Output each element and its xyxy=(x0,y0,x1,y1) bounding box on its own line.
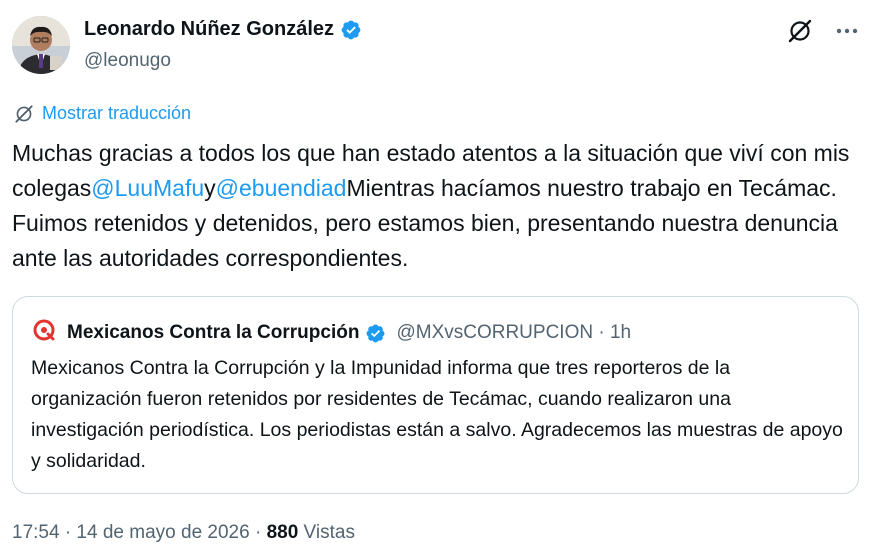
quoted-tweet[interactable]: Mexicanos Contra la Corrupción @MXvsCORR… xyxy=(12,296,859,494)
author-name-text[interactable]: Leonardo Núñez González xyxy=(84,18,334,41)
profile-photo-icon xyxy=(12,16,70,74)
show-translation-link[interactable]: Mostrar traducción xyxy=(14,103,191,124)
quoted-tweet-header: Mexicanos Contra la Corrupción @MXvsCORR… xyxy=(33,319,631,347)
mention-ebuendiad[interactable]: @ebuendiad xyxy=(216,175,347,201)
quoted-tweet-text: Mexicanos Contra la Corrupción y la Impu… xyxy=(31,357,843,472)
tweet-text-part2: y xyxy=(204,175,216,201)
avatar[interactable] xyxy=(12,16,70,74)
verified-badge-icon[interactable] xyxy=(340,19,362,41)
more-options-icon[interactable] xyxy=(835,19,859,43)
views-label: Vistas xyxy=(298,522,355,543)
quoted-author-handle[interactable]: @MXvsCORRUPCION · 1h xyxy=(396,322,631,344)
tweet-timestamp[interactable]: 17:54 · 14 de mayo de 2026 · xyxy=(12,522,267,543)
author-handle[interactable]: @leonugo xyxy=(84,50,171,72)
views-count: 880 xyxy=(266,522,299,543)
tweet-text: Muchas gracias a todos los que han estad… xyxy=(12,136,862,276)
grok-icon xyxy=(15,104,33,123)
tweet-metadata: 17:54 · 14 de mayo de 2026 · 880 Vistas xyxy=(12,522,355,544)
mcci-logo-icon[interactable] xyxy=(33,319,55,347)
mention-luumafu[interactable]: @LuuMafu xyxy=(91,175,204,201)
grok-icon[interactable] xyxy=(787,18,813,44)
verified-badge-icon[interactable] xyxy=(365,323,386,344)
show-translation-label[interactable]: Mostrar traducción xyxy=(42,103,191,124)
tweet-actions xyxy=(787,18,859,44)
quoted-author-name[interactable]: Mexicanos Contra la Corrupción xyxy=(67,322,359,344)
author-name[interactable]: Leonardo Núñez González xyxy=(84,18,362,41)
